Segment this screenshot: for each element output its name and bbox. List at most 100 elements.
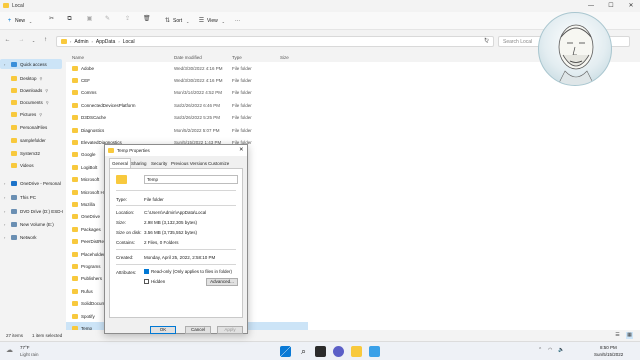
readonly-checkbox[interactable]: Read-only (Only applies to files in fold… xyxy=(144,269,232,275)
column-name[interactable]: Name xyxy=(72,55,84,60)
video-icon xyxy=(11,162,17,168)
star-icon xyxy=(11,61,17,67)
advanced-button[interactable]: Advanced... xyxy=(206,278,238,286)
minimize-button[interactable]: — xyxy=(584,2,598,10)
sidebar-item[interactable]: › This PC xyxy=(4,192,36,202)
breadcrumb-appdata[interactable]: AppData xyxy=(96,39,115,45)
new-button[interactable]: + New ⌄ xyxy=(6,16,34,26)
rename-icon[interactable]: ✎ xyxy=(104,16,111,23)
sidebar-item[interactable]: › OneDrive - Personal xyxy=(4,178,61,188)
store-icon[interactable] xyxy=(369,346,380,357)
chevron-right-icon[interactable]: › xyxy=(4,62,8,67)
taskbar: ☁ 77°F Light rain ⌕ ⌃ ◠ 🔈 8:50 PM Sun/5/… xyxy=(0,341,640,360)
folder-name-value: Temp xyxy=(147,177,159,182)
list-item[interactable]: CEF Wed/3/30/2022 4:16 PM File folder xyxy=(66,74,308,86)
view-icon: ☰ xyxy=(198,17,205,24)
clock-time[interactable]: 8:50 PM xyxy=(600,345,617,350)
copy-icon[interactable]: ⧉ xyxy=(66,16,73,23)
list-item[interactable]: Adobe Wed/3/30/2022 4:16 PM File folder xyxy=(66,62,308,74)
tab-general[interactable]: General xyxy=(109,158,132,168)
details-view-icon[interactable]: ☰ xyxy=(614,332,621,339)
volume-icon[interactable]: 🔈 xyxy=(558,347,564,353)
sidebar-item[interactable]: samplefolder xyxy=(4,135,46,145)
chevron-right-icon[interactable]: › xyxy=(4,181,8,186)
item-count: 27 items xyxy=(6,333,24,338)
tray-chevron-up-icon[interactable]: ⌃ xyxy=(538,347,542,353)
dvd-icon xyxy=(11,208,17,214)
folder-icon xyxy=(72,65,78,71)
chevron-right-icon[interactable]: › xyxy=(4,235,8,240)
chat-icon[interactable] xyxy=(333,346,344,357)
sort-button[interactable]: ⇅ Sort ⌄ xyxy=(164,16,191,26)
sidebar-item[interactable]: › DVD Drive (D:) ESD-I xyxy=(4,206,63,216)
tiles-view-icon[interactable]: ▦ xyxy=(626,332,633,339)
sidebar-item[interactable]: System32 xyxy=(4,148,40,158)
forward-arrow-icon[interactable]: → xyxy=(18,37,25,44)
general-tab-panel: Temp Type: File folder Location: C:\User… xyxy=(109,168,243,318)
prop-type-label: Type: xyxy=(116,197,128,202)
view-button[interactable]: ☰ View ⌄ xyxy=(198,16,227,26)
sidebar-item[interactable]: Downloads ⚲ xyxy=(4,85,48,95)
ok-button[interactable]: OK xyxy=(150,326,176,334)
back-arrow-icon[interactable]: ← xyxy=(4,37,11,44)
file-type: File folder xyxy=(232,102,252,108)
weather-temp[interactable]: 77°F xyxy=(20,345,30,350)
apply-button[interactable]: Apply xyxy=(217,326,243,334)
refresh-icon[interactable]: ↻ xyxy=(483,38,490,45)
document-icon xyxy=(11,99,17,105)
sidebar-item[interactable]: Desktop ⚲ xyxy=(4,73,42,83)
column-size[interactable]: Size xyxy=(280,55,289,60)
wifi-icon[interactable]: ◠ xyxy=(548,347,552,353)
cancel-button[interactable]: Cancel xyxy=(185,326,211,334)
delete-icon[interactable]: 🗑 xyxy=(143,16,151,23)
tab-previous-versions[interactable]: Previous Versions xyxy=(169,159,209,168)
task-view-icon[interactable] xyxy=(315,346,326,357)
file-name: D3DSCache xyxy=(81,115,107,121)
folder-icon xyxy=(72,152,78,158)
chevron-right-icon[interactable]: › xyxy=(4,195,8,200)
navigation-pane: › Quick access Desktop ⚲ Downloads ⚲ Documents… xyxy=(0,56,64,328)
dialog-close-button[interactable]: ✕ xyxy=(239,147,244,153)
weather-condition[interactable]: Light rain xyxy=(20,352,39,357)
folder-icon xyxy=(72,139,78,145)
cut-icon[interactable]: ✂ xyxy=(48,16,55,23)
properties-dialog: Temp Properties ✕ General Sharing Securi… xyxy=(104,144,248,334)
search-icon[interactable]: ⌕ xyxy=(298,346,309,357)
list-item[interactable]: ConnectedDevicesPlatform Sat/2/26/2022 6:… xyxy=(66,99,308,111)
sidebar-item[interactable]: Videos xyxy=(4,160,34,170)
paste-icon[interactable]: ▣ xyxy=(86,16,93,23)
list-item[interactable]: Comms Mon/3/14/2022 4:52 PM File folder xyxy=(66,87,308,99)
maximize-button[interactable]: ☐ xyxy=(604,2,618,10)
sidebar-item[interactable]: › New Volume (E:) xyxy=(4,219,54,229)
sidebar-item[interactable]: › Quick access xyxy=(0,59,62,69)
chevron-right-icon[interactable]: › xyxy=(4,209,8,214)
list-item[interactable]: D3DSCache Sat/3/26/2022 5:25 PM File folde… xyxy=(66,112,308,124)
list-item[interactable]: Diagnostics Mon/5/2/2022 5:07 PM File fold… xyxy=(66,124,308,136)
column-date-modified[interactable]: Date modified xyxy=(174,55,202,60)
close-button[interactable]: ✕ xyxy=(624,2,638,10)
dialog-title-bar[interactable]: Temp Properties ✕ xyxy=(105,145,247,156)
breadcrumb[interactable]: › Admin › AppData › Local ⌄ xyxy=(56,36,494,47)
recent-chevron-icon[interactable]: ⌄ xyxy=(30,37,37,44)
share-icon[interactable]: ⇪ xyxy=(124,16,131,23)
breadcrumb-admin[interactable]: Admin xyxy=(74,39,88,45)
sidebar-item[interactable]: Pictures ⚲ xyxy=(4,109,42,119)
tab-customize[interactable]: Customize xyxy=(206,159,231,168)
breadcrumb-local[interactable]: Local xyxy=(123,39,135,45)
folder-icon xyxy=(72,177,78,183)
file-explorer-icon[interactable] xyxy=(351,346,362,357)
folder-name-field[interactable]: Temp xyxy=(144,175,238,184)
hidden-checkbox[interactable]: Hidden xyxy=(144,279,165,285)
more-options-button[interactable]: ··· xyxy=(235,16,240,26)
sidebar-item[interactable]: PersonalFiles xyxy=(4,122,47,132)
start-icon[interactable] xyxy=(280,346,291,357)
tab-security[interactable]: Security xyxy=(149,159,169,168)
column-type[interactable]: Type xyxy=(232,55,242,60)
sidebar-item-label: Videos xyxy=(20,162,34,168)
clock-date[interactable]: Sun/5/15/2022 xyxy=(594,352,623,357)
up-arrow-icon[interactable]: ↑ xyxy=(42,37,49,44)
tab-sharing[interactable]: Sharing xyxy=(129,159,149,168)
sidebar-item[interactable]: Documents ⚲ xyxy=(4,97,49,107)
sidebar-item[interactable]: › Network xyxy=(4,232,37,242)
chevron-right-icon[interactable]: › xyxy=(4,222,8,227)
